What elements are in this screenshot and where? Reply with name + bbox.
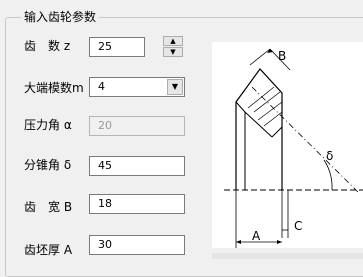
pressure-angle-label: 压力角 α — [24, 118, 72, 132]
chevron-down-icon: ▼ — [170, 48, 176, 56]
diagram-label-a: A — [252, 229, 261, 243]
group-title: 输入齿轮参数 — [21, 9, 100, 25]
diagram-label-b: B — [278, 49, 286, 63]
diagram-label-c: C — [294, 219, 302, 233]
chevron-down-icon[interactable]: ▼ — [167, 79, 183, 95]
diagram-bottom-strip — [212, 253, 363, 259]
cone-angle-input[interactable]: 45 — [89, 156, 185, 176]
teeth-spinner[interactable]: ▲ ▼ — [163, 36, 185, 58]
module-select[interactable]: 4 ▼ — [89, 77, 185, 97]
spin-up-button[interactable]: ▲ — [163, 36, 183, 46]
face-width-label: 齿 宽 B — [24, 200, 73, 214]
spin-down-button[interactable]: ▼ — [163, 47, 183, 57]
teeth-label: 齿 数 z — [24, 39, 71, 53]
teeth-input[interactable]: 25 — [89, 37, 145, 57]
cone-angle-label: 分锥角 δ — [24, 158, 72, 172]
chevron-up-icon: ▲ — [170, 37, 176, 45]
face-width-input[interactable]: 18 — [89, 194, 185, 214]
blank-thickness-label: 齿坯厚 A — [24, 243, 73, 257]
module-value: 4 — [98, 80, 105, 93]
pressure-angle-input: 20 — [89, 116, 185, 136]
diagram-label-delta: δ — [326, 149, 333, 163]
blank-thickness-input[interactable]: 30 — [89, 235, 185, 255]
module-label: 大端模数m — [24, 81, 84, 95]
bevel-gear-diagram: B δ C A — [212, 42, 363, 248]
